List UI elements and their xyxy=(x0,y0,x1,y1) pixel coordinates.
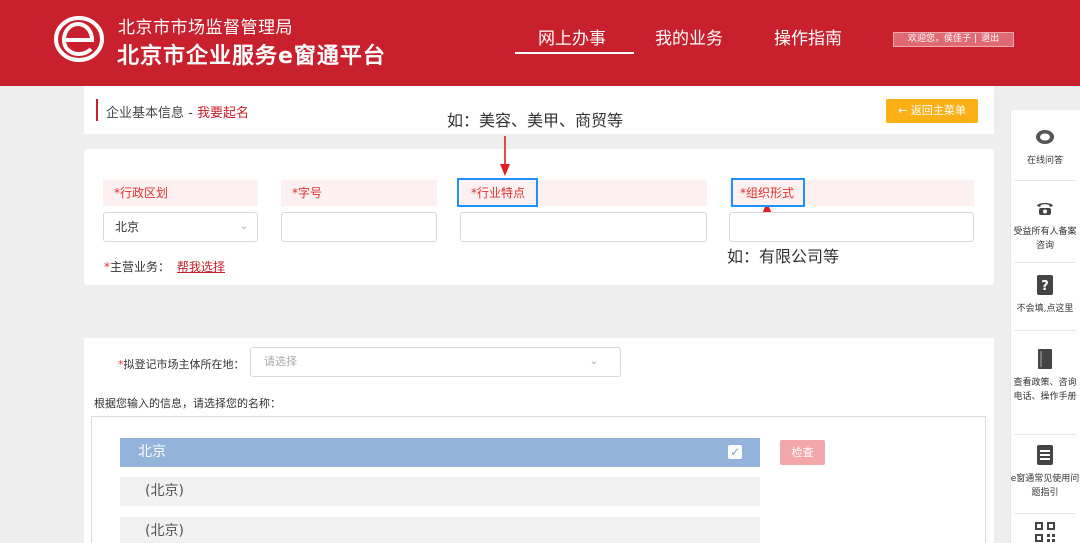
selected-checkbox[interactable]: ✓ xyxy=(728,445,742,459)
side-item-help-fill[interactable]: ? 不会填,点这里 xyxy=(1010,274,1080,316)
org-form-hint-note: 如：有限公司等 xyxy=(727,247,840,266)
book-icon xyxy=(1038,349,1052,369)
side-item-policy[interactable]: 查看政策、咨询电话、操作手册 xyxy=(1010,348,1080,404)
side-item-faq[interactable]: e窗通常见使用问题指引 xyxy=(1010,444,1080,500)
org-form-highlight-box xyxy=(731,178,805,207)
list-icon xyxy=(1037,445,1053,465)
svg-text:?: ? xyxy=(1041,279,1049,294)
region-value: 北京 xyxy=(115,220,140,234)
chevron-down-icon: ⌄ xyxy=(589,356,598,367)
back-to-menu-button[interactable]: ← 返回主菜单 xyxy=(886,99,978,123)
breadcrumb-section[interactable]: 企业基本信息 xyxy=(106,106,184,121)
chat-icon xyxy=(1036,130,1054,144)
breadcrumb: 企业基本信息 - 我要起名 xyxy=(106,106,249,121)
side-item-beneficial-owner[interactable]: 受益所有人备案咨询 xyxy=(1010,197,1080,253)
breadcrumb-marker xyxy=(96,99,98,121)
qr-code-icon xyxy=(1035,522,1055,542)
region-select[interactable]: 北京 ⌄ xyxy=(103,212,258,242)
phone-icon xyxy=(1037,203,1053,215)
help-choose-link[interactable]: 帮我选择 xyxy=(177,258,225,275)
name-option[interactable]: (北京) xyxy=(120,517,760,543)
side-item-online-qa[interactable]: 在线问答 xyxy=(1010,126,1080,168)
name-option[interactable]: (北京) xyxy=(120,477,760,506)
nav-my-business[interactable]: 我的业务 xyxy=(655,24,723,49)
nav-online-service[interactable]: 网上办事 xyxy=(538,24,606,49)
brand-input[interactable] xyxy=(281,212,437,242)
annotation-arrow-down-icon xyxy=(500,136,510,176)
welcome-text: 欢迎您，侯佳子 xyxy=(908,34,972,44)
breadcrumb-current: 我要起名 xyxy=(196,106,249,121)
location-label: *拟登记市场主体所在地： xyxy=(118,358,245,371)
platform-name: 北京市企业服务e窗通平台 xyxy=(117,44,386,69)
user-box: 欢迎您，侯佳子 | 退出 xyxy=(893,32,1014,47)
location-select[interactable]: 请选择 ⌄ xyxy=(250,347,621,377)
nav-guide[interactable]: 操作指南 xyxy=(774,24,842,49)
industry-highlight-box xyxy=(457,178,538,207)
logout-link[interactable]: 退出 xyxy=(981,34,999,44)
nav-active-indicator xyxy=(515,52,634,54)
org-name: 北京市市场监督管理局 xyxy=(118,18,293,38)
choose-name-label: 根据您输入的信息，请选择您的名称： xyxy=(94,397,281,410)
region-label: *行政区划 xyxy=(103,180,258,206)
chevron-down-icon: ⌄ xyxy=(239,221,248,232)
side-item-qr[interactable] xyxy=(1010,521,1080,543)
name-option-selected[interactable]: 北京 xyxy=(120,438,760,467)
brand-label: *字号 xyxy=(281,180,437,206)
industry-input[interactable] xyxy=(460,212,707,242)
top-header: 北京市市场监督管理局 北京市企业服务e窗通平台 网上办事 我的业务 操作指南 欢… xyxy=(0,0,1080,86)
industry-hint-note: 如：美容、美甲、商贸等 xyxy=(447,111,624,130)
e-logo-icon[interactable] xyxy=(50,13,108,65)
org-form-input[interactable] xyxy=(729,212,974,242)
main-business-label: *主营业务： xyxy=(104,260,171,274)
location-placeholder: 请选择 xyxy=(264,355,297,368)
check-button[interactable]: 检查 xyxy=(780,440,825,465)
question-icon: ? xyxy=(1037,275,1053,295)
